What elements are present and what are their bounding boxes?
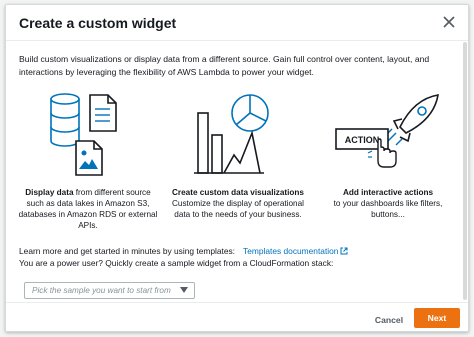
sample-select[interactable]: Pick the sample you want to start from [24, 282, 195, 299]
feature-title: Add interactive actions [342, 188, 434, 197]
learn-line: Learn more and get started in minutes by… [19, 245, 459, 257]
feature-display-data: Display data from different source such … [18, 89, 158, 239]
next-button[interactable]: Next [414, 308, 460, 328]
caret-down-icon [180, 287, 188, 293]
feature-description: Create custom data visualizations Custom… [168, 187, 308, 220]
templates-documentation-link[interactable]: Templates documentation [243, 246, 348, 256]
link-label: Templates documentation [243, 246, 339, 256]
modal-footer: Cancel Next [6, 302, 468, 333]
rocket-action-icon: ACTION [335, 94, 439, 168]
learn-more-section: Learn more and get started in minutes by… [19, 245, 459, 269]
select-placeholder: Pick the sample you want to start from [32, 286, 171, 295]
scrollbar[interactable] [461, 42, 467, 302]
cancel-button[interactable]: Cancel [366, 312, 412, 328]
external-link-icon [340, 247, 348, 255]
feature-visualizations: Create custom data visualizations Custom… [168, 89, 308, 239]
learn-text: Learn more and get started in minutes by… [19, 246, 236, 256]
feature-title: Create custom data visualizations [172, 188, 304, 197]
feature-description: Add interactive actions to your dashboar… [318, 187, 458, 220]
feature-title: Display data [25, 188, 74, 197]
custom-widget-modal: Create a custom widget Build custom visu… [5, 4, 469, 332]
close-icon[interactable] [442, 15, 456, 29]
scrollbar-thumb[interactable] [463, 42, 467, 300]
power-user-text: You are a power user? Quickly create a s… [19, 258, 334, 268]
chart-visualization-icon [194, 94, 269, 174]
feature-interactive-actions: ACTION Add interactive actions to your d… [318, 89, 458, 239]
feature-description: Display data from different source such … [18, 187, 158, 231]
modal-header: Create a custom widget [6, 5, 468, 41]
intro-text: Build custom visualizations or display d… [19, 54, 430, 77]
database-documents-icon [50, 93, 117, 176]
feature-text: Customize the display of operational dat… [172, 199, 304, 219]
modal-title: Create a custom widget [19, 15, 177, 31]
action-label: ACTION [345, 135, 380, 145]
feature-text: to your dashboards like filters, buttons… [333, 199, 443, 219]
